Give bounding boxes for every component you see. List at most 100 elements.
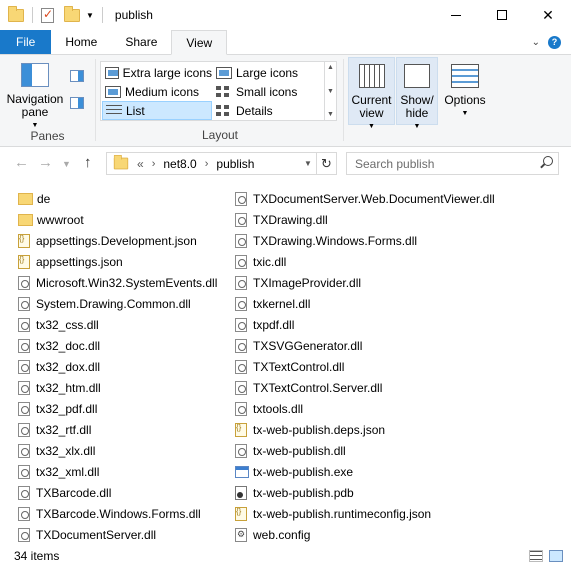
file-item[interactable]: TXTextControl.dll [235,356,495,377]
file-item[interactable]: tx32_xlx.dll [18,440,217,461]
file-item[interactable]: tx32_rtf.dll [18,419,217,440]
layout-gallery: Extra large icons Large icons Medium ico… [100,61,337,121]
file-item[interactable]: tx32_htm.dll [18,377,217,398]
file-item[interactable]: tx-web-publish.dll [235,440,495,461]
folder-file-icon [18,213,33,226]
maximize-button[interactable] [479,0,525,30]
layout-small-icons[interactable]: Small icons [213,82,323,101]
file-item[interactable]: appsettings.json [18,251,217,272]
show-hide-button[interactable]: Show/ hide ▼ [396,57,438,130]
file-item[interactable]: tx32_xml.dll [18,461,217,482]
file-item[interactable]: TXDocumentServer.dll [18,524,217,545]
layout-large-icons[interactable]: Large icons [213,63,323,82]
file-item[interactable]: txic.dll [235,251,495,272]
file-item[interactable]: TXTextControl.Server.dll [235,377,495,398]
file-item[interactable]: tx32_pdf.dll [18,398,217,419]
large-icons-view-icon[interactable] [549,550,563,562]
file-item[interactable]: txtools.dll [235,398,495,419]
tab-share[interactable]: Share [111,30,171,54]
tab-file[interactable]: File [0,30,52,54]
scroll-down-icon[interactable]: ▼ [327,88,334,95]
layout-extra-large-icons[interactable]: Extra large icons [102,63,212,82]
dll-file-icon [18,359,30,374]
folder-item[interactable]: de [18,188,217,209]
file-name: txpdf.dll [253,317,295,332]
file-item[interactable]: tx32_doc.dll [18,335,217,356]
current-view-button[interactable]: Current view ▼ [348,57,395,130]
search-input[interactable]: Search publish [346,152,559,175]
file-item[interactable]: tx-web-publish.deps.json [235,419,495,440]
layout-details[interactable]: Details [213,101,323,120]
panes-group-label: Panes [30,129,65,143]
layout-item-label: Small icons [236,84,298,99]
file-item[interactable]: tx-web-publish.runtimeconfig.json [235,503,495,524]
file-item[interactable]: TXImageProvider.dll [235,272,495,293]
file-item[interactable]: TXDocumentServer.Web.DocumentViewer.dll [235,188,495,209]
file-item[interactable]: TXDrawing.dll [235,209,495,230]
file-item[interactable]: TXBarcode.dll [18,482,217,503]
dll-file-icon [18,527,30,542]
refresh-icon[interactable]: ↻ [316,153,336,174]
medium-icons-icon [105,85,121,98]
config-file-icon [235,527,247,542]
file-name: de [37,191,51,206]
file-item[interactable]: txpdf.dll [235,314,495,335]
properties-icon[interactable] [41,7,54,23]
file-item[interactable]: TXBarcode.Windows.Forms.dll [18,503,217,524]
scroll-up-icon[interactable]: ▲ [327,64,334,71]
chevron-down-icon: ▼ [368,123,375,130]
customize-toolbar-dropdown-icon[interactable]: ▼ [86,11,94,20]
back-arrow-icon[interactable]: ← [14,154,29,171]
address-overflow[interactable]: « [137,157,144,171]
file-name: tx32_htm.dll [36,380,101,395]
file-item[interactable]: System.Drawing.Common.dll [18,293,217,314]
details-view-icon[interactable] [529,550,543,562]
details-icon [216,104,232,117]
options-button[interactable]: Options ▼ [441,58,489,120]
minimize-button[interactable] [433,0,479,30]
file-item[interactable]: web.config [235,524,495,545]
tab-home[interactable]: Home [51,30,111,54]
close-button[interactable]: ✕ [525,0,571,30]
navigation-pane-icon [21,63,49,87]
file-name: wwwroot [37,212,84,227]
help-icon[interactable]: ? [548,35,561,49]
forward-arrow-icon[interactable]: → [38,154,53,171]
recent-locations-chevron-icon[interactable]: ▼ [62,159,71,169]
preview-pane-icon[interactable] [70,70,84,82]
address-bar[interactable]: « › net8.0 › publish ▼ ↻ [106,152,337,175]
navigation-pane-button[interactable]: Navigation pane ▼ [4,63,66,132]
breadcrumb-net8[interactable]: net8.0 [163,157,196,171]
expand-gallery-icon[interactable]: ▼ [327,111,334,118]
folder-item[interactable]: wwwroot [18,209,217,230]
layout-list[interactable]: List [102,101,212,120]
layout-gallery-scroll[interactable]: ▲ ▼ ▼ [324,62,336,120]
layout-medium-icons[interactable]: Medium icons [102,82,212,101]
breadcrumb-publish[interactable]: publish [216,157,254,171]
file-item[interactable]: tx-web-publish.pdb [235,482,495,503]
file-item[interactable]: Microsoft.Win32.SystemEvents.dll [18,272,217,293]
file-item[interactable]: tx32_dox.dll [18,356,217,377]
tab-view[interactable]: View [171,30,228,55]
address-history-chevron-icon[interactable]: ▼ [300,159,316,168]
up-arrow-icon[interactable]: ↑ [84,154,92,171]
file-item[interactable]: TXSVGGenerator.dll [235,335,495,356]
file-name: TXBarcode.dll [36,485,112,500]
json-file-icon [235,506,247,521]
new-folder-icon[interactable] [64,5,80,22]
separator [32,7,33,23]
file-item[interactable]: tx32_css.dll [18,314,217,335]
file-item[interactable]: TXDrawing.Windows.Forms.dll [235,230,495,251]
file-item[interactable]: appsettings.Development.json [18,230,217,251]
details-pane-icon[interactable] [70,97,84,109]
file-item[interactable]: tx-web-publish.exe [235,461,495,482]
dll-file-icon [235,191,247,206]
dll-file-icon [235,212,247,227]
file-name: tx32_xlx.dll [36,443,96,458]
chevron-down-icon[interactable]: ⌄ [532,37,540,48]
file-item[interactable]: txkernel.dll [235,293,495,314]
folder-icon[interactable] [8,5,24,22]
panes-group: Navigation pane ▼ Panes [0,55,95,147]
layout-item-label: Large icons [236,65,299,80]
json-file-icon [18,254,30,269]
